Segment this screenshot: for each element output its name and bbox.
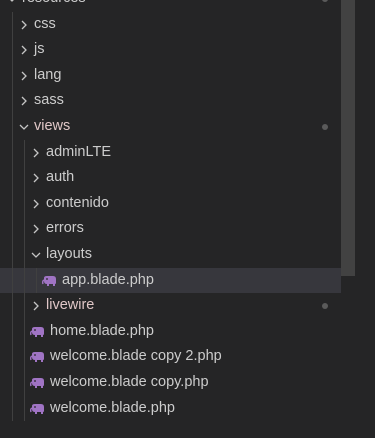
- indent-guide: [24, 241, 25, 268]
- indent-guide: [12, 190, 13, 217]
- tree-label: errors: [46, 220, 84, 237]
- indent-guide: [12, 62, 13, 89]
- tree-folder-layouts[interactable]: layouts: [0, 241, 341, 268]
- tree-folder-sass[interactable]: sass: [0, 88, 341, 114]
- tree-label: contenido: [46, 194, 109, 211]
- tree-folder-contenido[interactable]: contenido: [0, 190, 341, 217]
- tree-folder-lang[interactable]: lang: [0, 62, 341, 89]
- indent-guide: [12, 293, 13, 319]
- chevron-right-icon: [18, 37, 30, 63]
- indent-guide: [12, 113, 13, 140]
- tree-folder-livewire[interactable]: livewire: [0, 293, 341, 319]
- indent-guide: [12, 395, 13, 422]
- tree-label: views: [34, 117, 71, 134]
- indent-guide: [24, 139, 25, 166]
- tree-file-welcome-blade-copy-php[interactable]: welcome.blade copy.php: [0, 369, 341, 396]
- indent-guide: [24, 369, 25, 396]
- tree-label: home.blade.php: [50, 322, 154, 339]
- chevron-right-icon: [30, 191, 42, 217]
- php-elephant-icon: [30, 403, 44, 414]
- indent-guide: [12, 11, 13, 38]
- tree-label: sass: [34, 92, 64, 109]
- chevron-right-icon: [30, 165, 42, 191]
- tree-label: layouts: [46, 245, 92, 262]
- indent-guide: [24, 267, 25, 294]
- tree-folder-auth[interactable]: auth: [0, 165, 341, 191]
- indent-guide: [24, 190, 25, 217]
- php-elephant-icon: [42, 275, 56, 286]
- tree-label: livewire: [46, 297, 95, 314]
- indent-guide: [12, 318, 13, 345]
- php-elephant-icon: [30, 352, 44, 363]
- indent-guide: [12, 139, 13, 166]
- explorer-panel: resources css js lang: [0, 0, 375, 438]
- tree-label: resources: [22, 0, 86, 12]
- indent-guide: [12, 344, 13, 370]
- tree-folder-adminlte[interactable]: adminLTE: [0, 139, 341, 166]
- modified-dot: [322, 303, 328, 310]
- image-border-right: [375, 0, 379, 443]
- tree-folder-resources[interactable]: resources: [0, 0, 341, 12]
- modified-dot: [322, 123, 328, 130]
- chevron-right-icon: [30, 216, 42, 242]
- indent-guide: [24, 293, 25, 319]
- php-elephant-icon: [30, 377, 44, 388]
- image-border-bottom: [0, 438, 379, 443]
- indent-guide: [24, 395, 25, 422]
- tree-file-app-blade-php[interactable]: app.blade.php: [0, 267, 341, 294]
- tree-label: app.blade.php: [62, 271, 154, 288]
- modified-dot: [322, 0, 328, 2]
- tree-label: css: [34, 15, 56, 32]
- indent-guide: [12, 165, 13, 191]
- chevron-down-icon: [6, 0, 18, 12]
- indent-guide: [36, 267, 37, 294]
- indent-guide: [12, 216, 13, 242]
- panel-gutter: [355, 0, 375, 438]
- tree-file-welcome-blade-copy-2-php[interactable]: welcome.blade copy 2.php: [0, 344, 341, 370]
- tree-folder-css[interactable]: css: [0, 11, 341, 38]
- tree-folder-errors[interactable]: errors: [0, 216, 341, 242]
- tree-label: welcome.blade.php: [50, 399, 175, 416]
- file-tree: resources css js lang: [0, 0, 341, 422]
- indent-guide: [24, 344, 25, 370]
- tree-label: auth: [46, 169, 75, 186]
- tree-label: lang: [34, 66, 62, 83]
- indent-guide: [12, 88, 13, 114]
- chevron-right-icon: [18, 63, 30, 89]
- php-elephant-icon: [30, 326, 44, 337]
- tree-label: js: [34, 41, 45, 58]
- chevron-right-icon: [18, 12, 30, 38]
- tree-file-home-blade-php[interactable]: home.blade.php: [0, 318, 341, 345]
- tree-label: welcome.blade copy.php: [50, 373, 209, 390]
- indent-guide: [24, 216, 25, 242]
- chevron-right-icon: [30, 140, 42, 166]
- tree-label: adminLTE: [46, 143, 112, 160]
- chevron-down-icon: [30, 242, 42, 268]
- chevron-right-icon: [30, 293, 42, 319]
- indent-guide: [24, 165, 25, 191]
- tree-label: welcome.blade copy 2.php: [50, 348, 222, 365]
- indent-guide: [12, 369, 13, 396]
- indent-guide: [12, 37, 13, 63]
- chevron-right-icon: [18, 88, 30, 114]
- tree-folder-views[interactable]: views: [0, 113, 341, 140]
- chevron-down-icon: [18, 114, 30, 140]
- indent-guide: [12, 267, 13, 294]
- tree-folder-js[interactable]: js: [0, 37, 341, 63]
- indent-guide: [12, 241, 13, 268]
- scrollbar-thumb[interactable]: [341, 0, 355, 276]
- tree-file-welcome-blade-php[interactable]: welcome.blade.php: [0, 395, 341, 422]
- indent-guide: [24, 318, 25, 345]
